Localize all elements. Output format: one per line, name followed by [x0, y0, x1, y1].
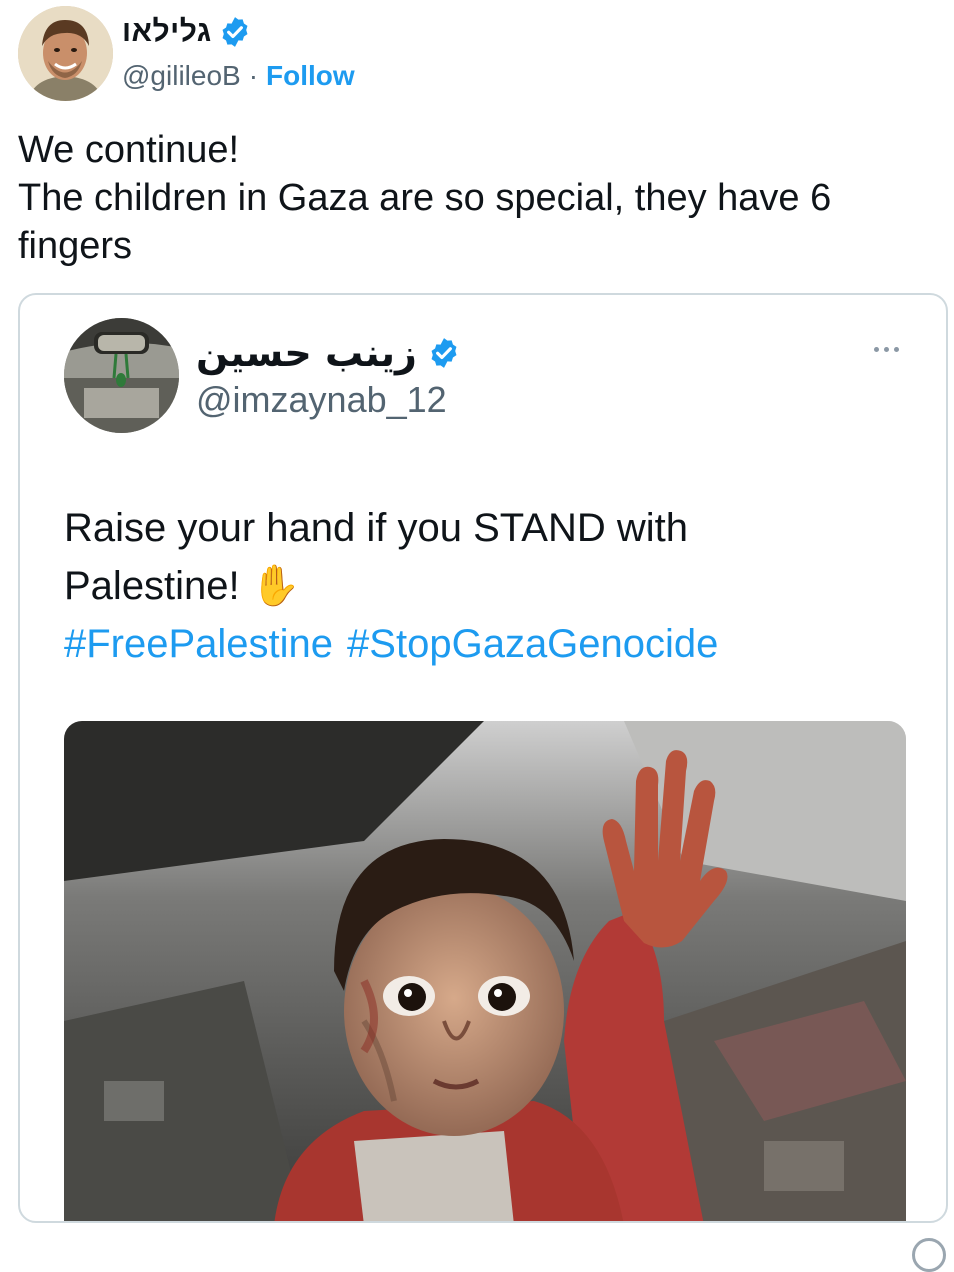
hashtag-row: #FreePalestine #StopGazaGenocide [64, 615, 924, 673]
outer-author-name-row: גלילאו [122, 12, 252, 52]
outer-tweet-text: We continue! The children in Gaza are so… [18, 126, 918, 270]
outer-author-handle-row: @gilileoB · Follow [122, 56, 355, 96]
follow-button[interactable]: Follow [266, 60, 355, 92]
tweet-text-line: The children in Gaza are so special, the… [18, 177, 832, 219]
corner-icon [912, 1238, 946, 1272]
quoted-tweet-card[interactable]: زينب حسين @imzaynab_12 Raise your hand i… [18, 293, 948, 1223]
avatar-car-mirror-image [64, 318, 179, 433]
hashtag-link[interactable]: #FreePalestine [64, 615, 333, 673]
quoted-tweet-text: Raise your hand if you STAND with Palest… [64, 499, 924, 673]
verified-badge-icon [222, 17, 248, 47]
quoted-text-line: Raise your hand if you STAND with [64, 506, 688, 550]
quoted-text-line: Palestine! [64, 564, 240, 608]
quoted-author-avatar[interactable] [64, 318, 179, 433]
child-raising-hand-photo [64, 721, 906, 1221]
handle-separator: · [248, 60, 259, 91]
outer-author-handle[interactable]: @gilileoB [122, 60, 241, 92]
quoted-text-line-with-emoji: Palestine! ✋ [64, 557, 924, 615]
tweet-text-line: fingers [18, 225, 133, 267]
outer-author-name[interactable]: גלילאו [122, 15, 212, 49]
quoted-author-name[interactable]: زينب حسين [196, 331, 417, 375]
quoted-author-handle[interactable]: @imzaynab_12 [196, 379, 447, 421]
raised-hand-emoji: ✋ [250, 564, 301, 608]
quoted-tweet-media-image[interactable] [64, 721, 906, 1221]
outer-author-avatar[interactable] [18, 6, 113, 101]
avatar-portrait-image [18, 6, 113, 101]
hashtag-link[interactable]: #StopGazaGenocide [347, 615, 718, 673]
quoted-author-name-row: زينب حسين [196, 329, 461, 377]
tweet-text-line: We continue! [18, 129, 240, 171]
verified-badge-icon [431, 338, 457, 368]
more-dots-icon[interactable] [866, 337, 906, 361]
